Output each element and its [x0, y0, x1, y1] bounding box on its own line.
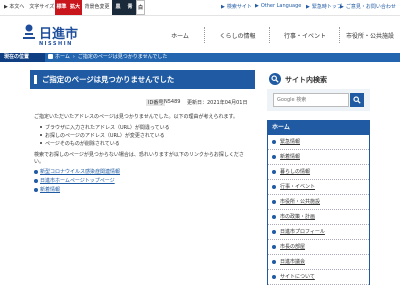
site-search-title: サイト内検索: [267, 72, 370, 88]
menu-arrow-icon: [272, 155, 276, 159]
font-size-standard-button[interactable]: 標準: [55, 0, 68, 15]
background-black-button[interactable]: 黒: [112, 0, 124, 15]
search-button[interactable]: [350, 93, 364, 107]
menu-arrow-icon: [272, 245, 276, 249]
arrow-icon: ▶: [306, 4, 310, 10]
background-color-label: 背景色変更: [82, 0, 112, 15]
font-size-large-button[interactable]: 拡大: [68, 0, 82, 15]
menu-arrow-icon: [272, 275, 276, 279]
menu-arrow-icon: [272, 260, 276, 264]
note-text-continued: い。: [34, 159, 45, 165]
sitemap-link[interactable]: ▶ 検索サイト: [221, 3, 252, 10]
menu-arrow-icon: [272, 185, 276, 189]
nav-events[interactable]: 行事・イベント: [270, 17, 340, 53]
contact-link[interactable]: ▶ ご意見・お問い合わせ: [340, 3, 396, 10]
side-menu-item[interactable]: 市の政策・計画: [268, 210, 369, 225]
page-meta: ID番号 N5489 更新日：2021年04月01日: [30, 98, 255, 107]
side-menu-item[interactable]: 新着情報: [268, 150, 369, 165]
side-menu-item[interactable]: 日進市議会: [268, 255, 369, 270]
chevron-right-icon: ›: [72, 54, 75, 60]
id-value: N5489: [164, 99, 181, 105]
utility-bar: ▶ 本文へ 文字サイズ 標準 拡大 背景色変更 黒 青 白 ▶ 検索サイト ▶ Ot…: [0, 0, 400, 16]
arrow-icon: ▶: [221, 4, 225, 10]
note-text: 検索でお探しのページが見つからない場合は、恐れいりますが以下のリンクからお探しく…: [34, 152, 244, 158]
nav-home[interactable]: ホーム: [155, 17, 205, 53]
language-link[interactable]: ▶ Other Language: [255, 3, 301, 9]
breadcrumb-trail: ホーム › ご指定のページは見つかりませんでした: [48, 53, 167, 62]
search-icon: [353, 96, 361, 104]
site-logo[interactable]: 日進市 NISSHIN: [22, 21, 78, 51]
bullet-icon: [40, 134, 42, 136]
emergency-top-link[interactable]: ▶ 緊急時トップ: [306, 3, 342, 10]
breadcrumb-home-link[interactable]: ホーム: [55, 54, 70, 60]
bullet-icon: [40, 126, 42, 128]
nav-city-hall[interactable]: 市役所・公共施設: [340, 17, 400, 53]
title-marker: [34, 75, 37, 84]
breadcrumb: 現在の位置 ホーム › ご指定のページは見つかりませんでした: [0, 53, 400, 62]
top-page-link[interactable]: 日進市ホームページトップページ: [34, 177, 115, 184]
news-link[interactable]: 新着情報: [34, 186, 60, 193]
home-icon: [48, 54, 53, 59]
link-arrow-icon: [34, 170, 38, 174]
side-menu-item[interactable]: 市役所・公共施設: [268, 195, 369, 210]
menu-arrow-icon: [272, 140, 276, 144]
background-blue-button[interactable]: 青: [124, 0, 136, 15]
breadcrumb-current: ご指定のページは見つかりませんでした: [77, 54, 168, 60]
intro-text: ご指定いただいたアドレスのページは見つかりませんでした。以下の理由が考えられます…: [34, 114, 239, 120]
site-header: 日進市 NISSHIN ホーム くらしの情報 行事・イベント 市役所・公共施設: [0, 17, 400, 53]
nav-living-info[interactable]: くらしの情報: [205, 17, 270, 53]
id-label: ID番号: [146, 99, 166, 106]
link-arrow-icon: [34, 188, 38, 192]
side-menu-home[interactable]: ホーム: [267, 120, 370, 135]
covid-info-link[interactable]: 新型コロナウイルス感染症関連情報: [34, 168, 120, 175]
updated-date: 更新日：2021年04月01日: [187, 100, 248, 106]
side-menu-item[interactable]: サイトについて: [268, 270, 369, 285]
reason-item: ブラウザに入力されたアドレス（URL）が間違っている: [40, 124, 170, 131]
menu-arrow-icon: [272, 215, 276, 219]
reason-item: お探しのページのアドレス（URL）が変更されている: [40, 132, 165, 139]
side-menu: 緊急情報 新着情報 暮らしの情報 行事・イベント 市役所・公共施設 市の政策・計…: [267, 135, 370, 285]
breadcrumb-label: 現在の位置: [0, 53, 45, 62]
bullet-icon: [40, 142, 42, 144]
search-input[interactable]: [273, 93, 349, 107]
side-menu-item[interactable]: 日進市プロフィール: [268, 225, 369, 240]
arrow-icon: ▶: [255, 3, 259, 9]
search-box: [267, 89, 370, 111]
side-menu-item[interactable]: 緊急情報: [268, 135, 369, 150]
side-menu-item[interactable]: 行事・イベント: [268, 180, 369, 195]
background-white-button[interactable]: 白: [136, 0, 145, 15]
menu-arrow-icon: [272, 230, 276, 234]
skip-and-font-size-label[interactable]: ▶ 本文へ 文字サイズ: [4, 3, 54, 10]
logo-name: 日進市: [39, 27, 79, 42]
page-title: ご指定のページは見つかりませんでした: [30, 70, 255, 89]
logo-roman: NISSHIN: [39, 41, 73, 47]
link-arrow-icon: [34, 179, 38, 183]
menu-arrow-icon: [272, 200, 276, 204]
city-emblem-icon: [23, 24, 35, 39]
arrow-icon: ▶: [340, 4, 344, 10]
reason-item: ページそのものが削除されている: [40, 140, 120, 147]
search-icon: [269, 73, 281, 85]
menu-arrow-icon: [272, 170, 276, 174]
side-menu-item[interactable]: 暮らしの情報: [268, 165, 369, 180]
side-menu-item[interactable]: 市長の部屋: [268, 240, 369, 255]
